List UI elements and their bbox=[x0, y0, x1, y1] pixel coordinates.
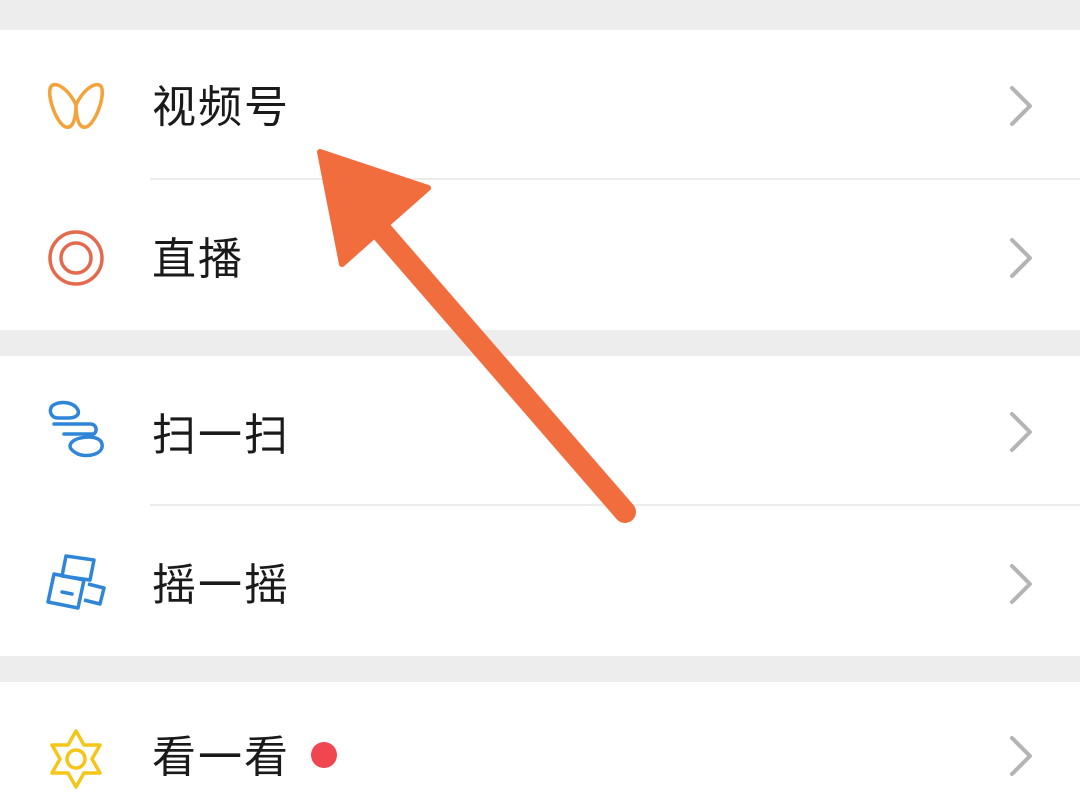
chevron-right-icon bbox=[1004, 560, 1040, 608]
live-icon bbox=[44, 226, 108, 290]
menu-item-label: 视频号 bbox=[152, 82, 290, 133]
menu-item-top-stories[interactable]: 看一看 bbox=[0, 682, 1080, 810]
menu-item-label: 看一看 bbox=[152, 732, 290, 783]
menu-group-tools: 扫一扫 摇一摇 bbox=[0, 356, 1080, 656]
menu-item-scan[interactable]: 扫一扫 bbox=[0, 356, 1080, 506]
menu-item-label: 扫一扫 bbox=[152, 410, 290, 461]
top-stories-icon bbox=[44, 727, 108, 791]
chevron-right-icon bbox=[1004, 234, 1040, 282]
scan-icon bbox=[44, 398, 108, 462]
menu-group-media: 视频号 直播 bbox=[0, 30, 1080, 330]
menu-item-live[interactable]: 直播 bbox=[0, 180, 1080, 330]
notification-dot bbox=[311, 742, 337, 768]
shake-icon bbox=[44, 550, 108, 614]
menu-item-shake[interactable]: 摇一摇 bbox=[0, 506, 1080, 656]
menu-item-channels[interactable]: 视频号 bbox=[0, 30, 1080, 180]
menu-item-label: 直播 bbox=[152, 234, 244, 285]
menu-item-label: 摇一摇 bbox=[152, 560, 290, 611]
chevron-right-icon bbox=[1004, 82, 1040, 130]
channels-icon bbox=[44, 73, 108, 137]
chevron-right-icon bbox=[1004, 408, 1040, 456]
chevron-right-icon bbox=[1004, 732, 1040, 780]
menu-group-content: 看一看 bbox=[0, 682, 1080, 810]
discover-page: 视频号 直播 扫一扫 摇一摇 看一看 bbox=[0, 0, 1080, 810]
